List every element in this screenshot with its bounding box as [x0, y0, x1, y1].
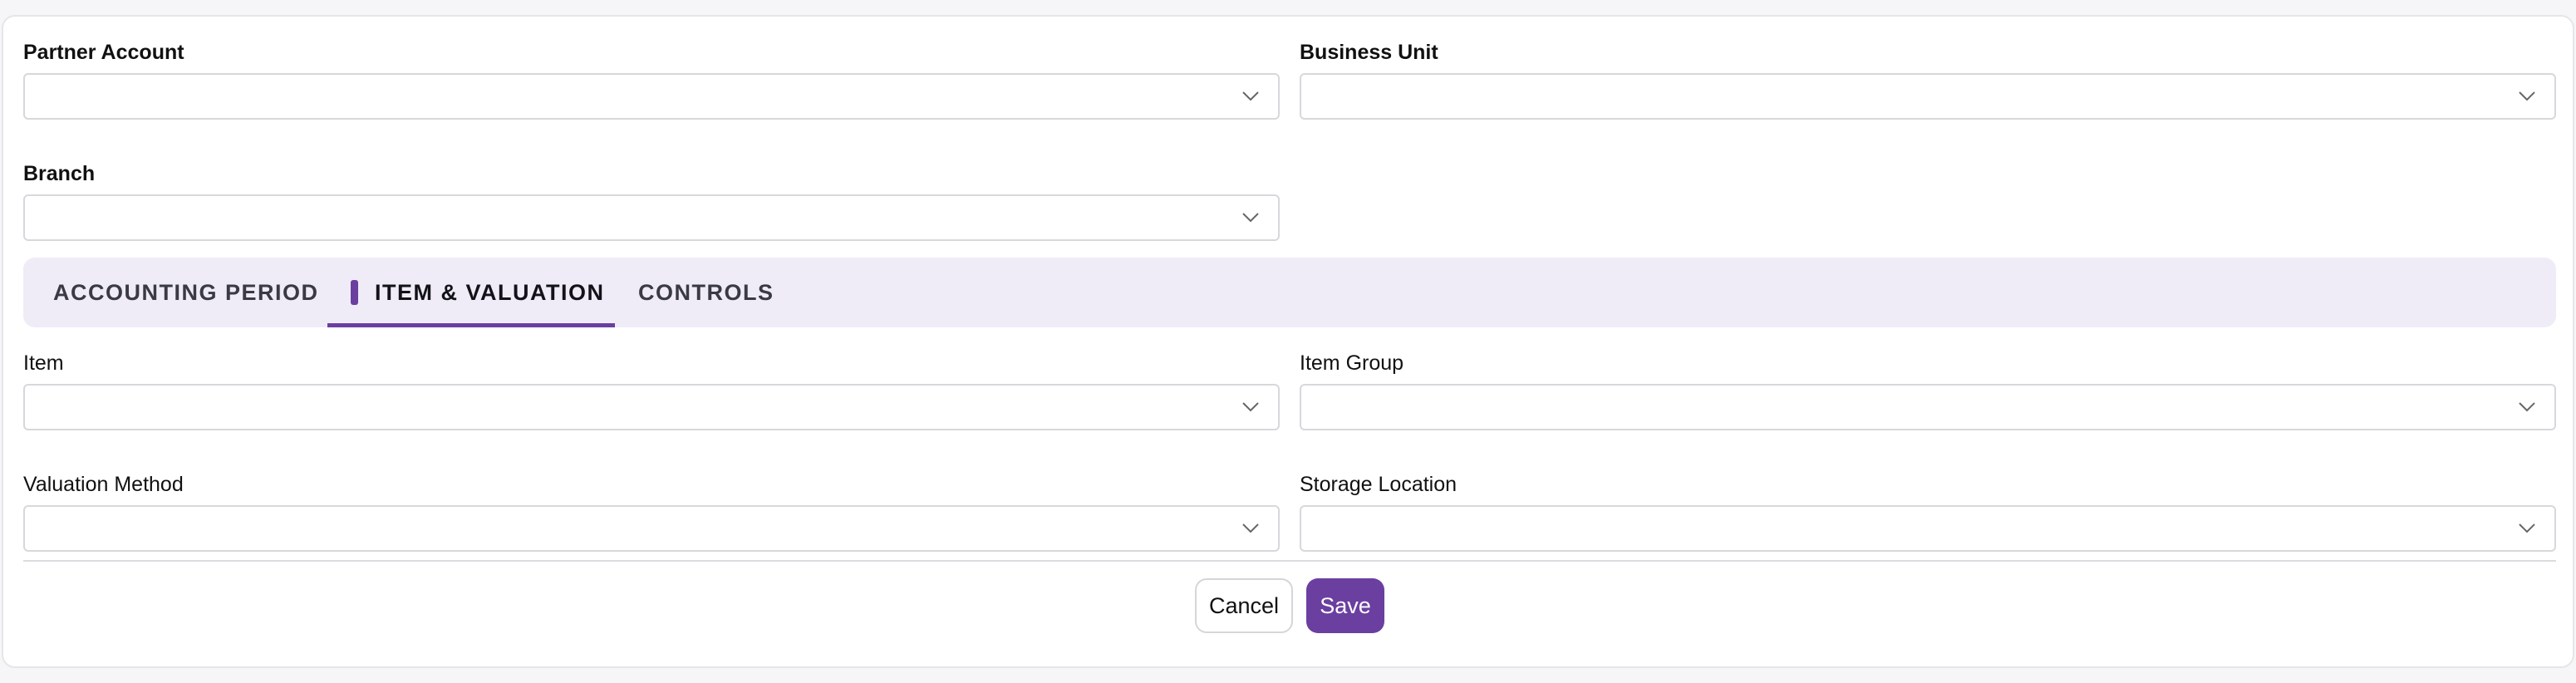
footer-divider	[23, 560, 2556, 562]
chevron-down-icon	[1242, 91, 1259, 101]
item-select[interactable]	[23, 384, 1280, 430]
chevron-down-icon	[2519, 91, 2535, 101]
tab-controls[interactable]: CONTROLS	[638, 258, 774, 327]
form-card: Partner Account Business Unit Branch ACC…	[2, 15, 2574, 668]
tab-accounting-period[interactable]: ACCOUNTING PERIOD	[53, 258, 319, 327]
active-tab-marker	[351, 280, 358, 305]
tab-bar: ACCOUNTING PERIOD ITEM & VALUATION CONTR…	[23, 258, 2556, 327]
tab-controls-label: CONTROLS	[638, 279, 774, 305]
item-group-select[interactable]	[1300, 384, 2556, 430]
chevron-down-icon	[2519, 402, 2535, 412]
partner-account-select[interactable]	[23, 73, 1280, 120]
valuation-method-label: Valuation Method	[23, 473, 184, 496]
business-unit-select[interactable]	[1300, 73, 2556, 120]
item-group-label: Item Group	[1300, 351, 1404, 375]
chevron-down-icon	[1242, 402, 1259, 412]
branch-select[interactable]	[23, 194, 1280, 241]
partner-account-label: Partner Account	[23, 41, 184, 64]
chevron-down-icon	[1242, 523, 1259, 533]
storage-location-select[interactable]	[1300, 505, 2556, 552]
storage-location-label: Storage Location	[1300, 473, 1458, 496]
active-tab-underline	[327, 323, 615, 327]
item-label: Item	[23, 351, 64, 375]
tab-item-valuation-label: ITEM & VALUATION	[375, 279, 605, 305]
chevron-down-icon	[1242, 213, 1259, 223]
tab-accounting-period-label: ACCOUNTING PERIOD	[53, 279, 319, 305]
cancel-button[interactable]: Cancel	[1195, 578, 1293, 633]
tab-item-valuation[interactable]: ITEM & VALUATION	[327, 258, 615, 327]
business-unit-label: Business Unit	[1300, 41, 1438, 64]
save-button[interactable]: Save	[1306, 578, 1384, 633]
branch-label: Branch	[23, 162, 96, 185]
chevron-down-icon	[2519, 523, 2535, 533]
valuation-method-select[interactable]	[23, 505, 1280, 552]
